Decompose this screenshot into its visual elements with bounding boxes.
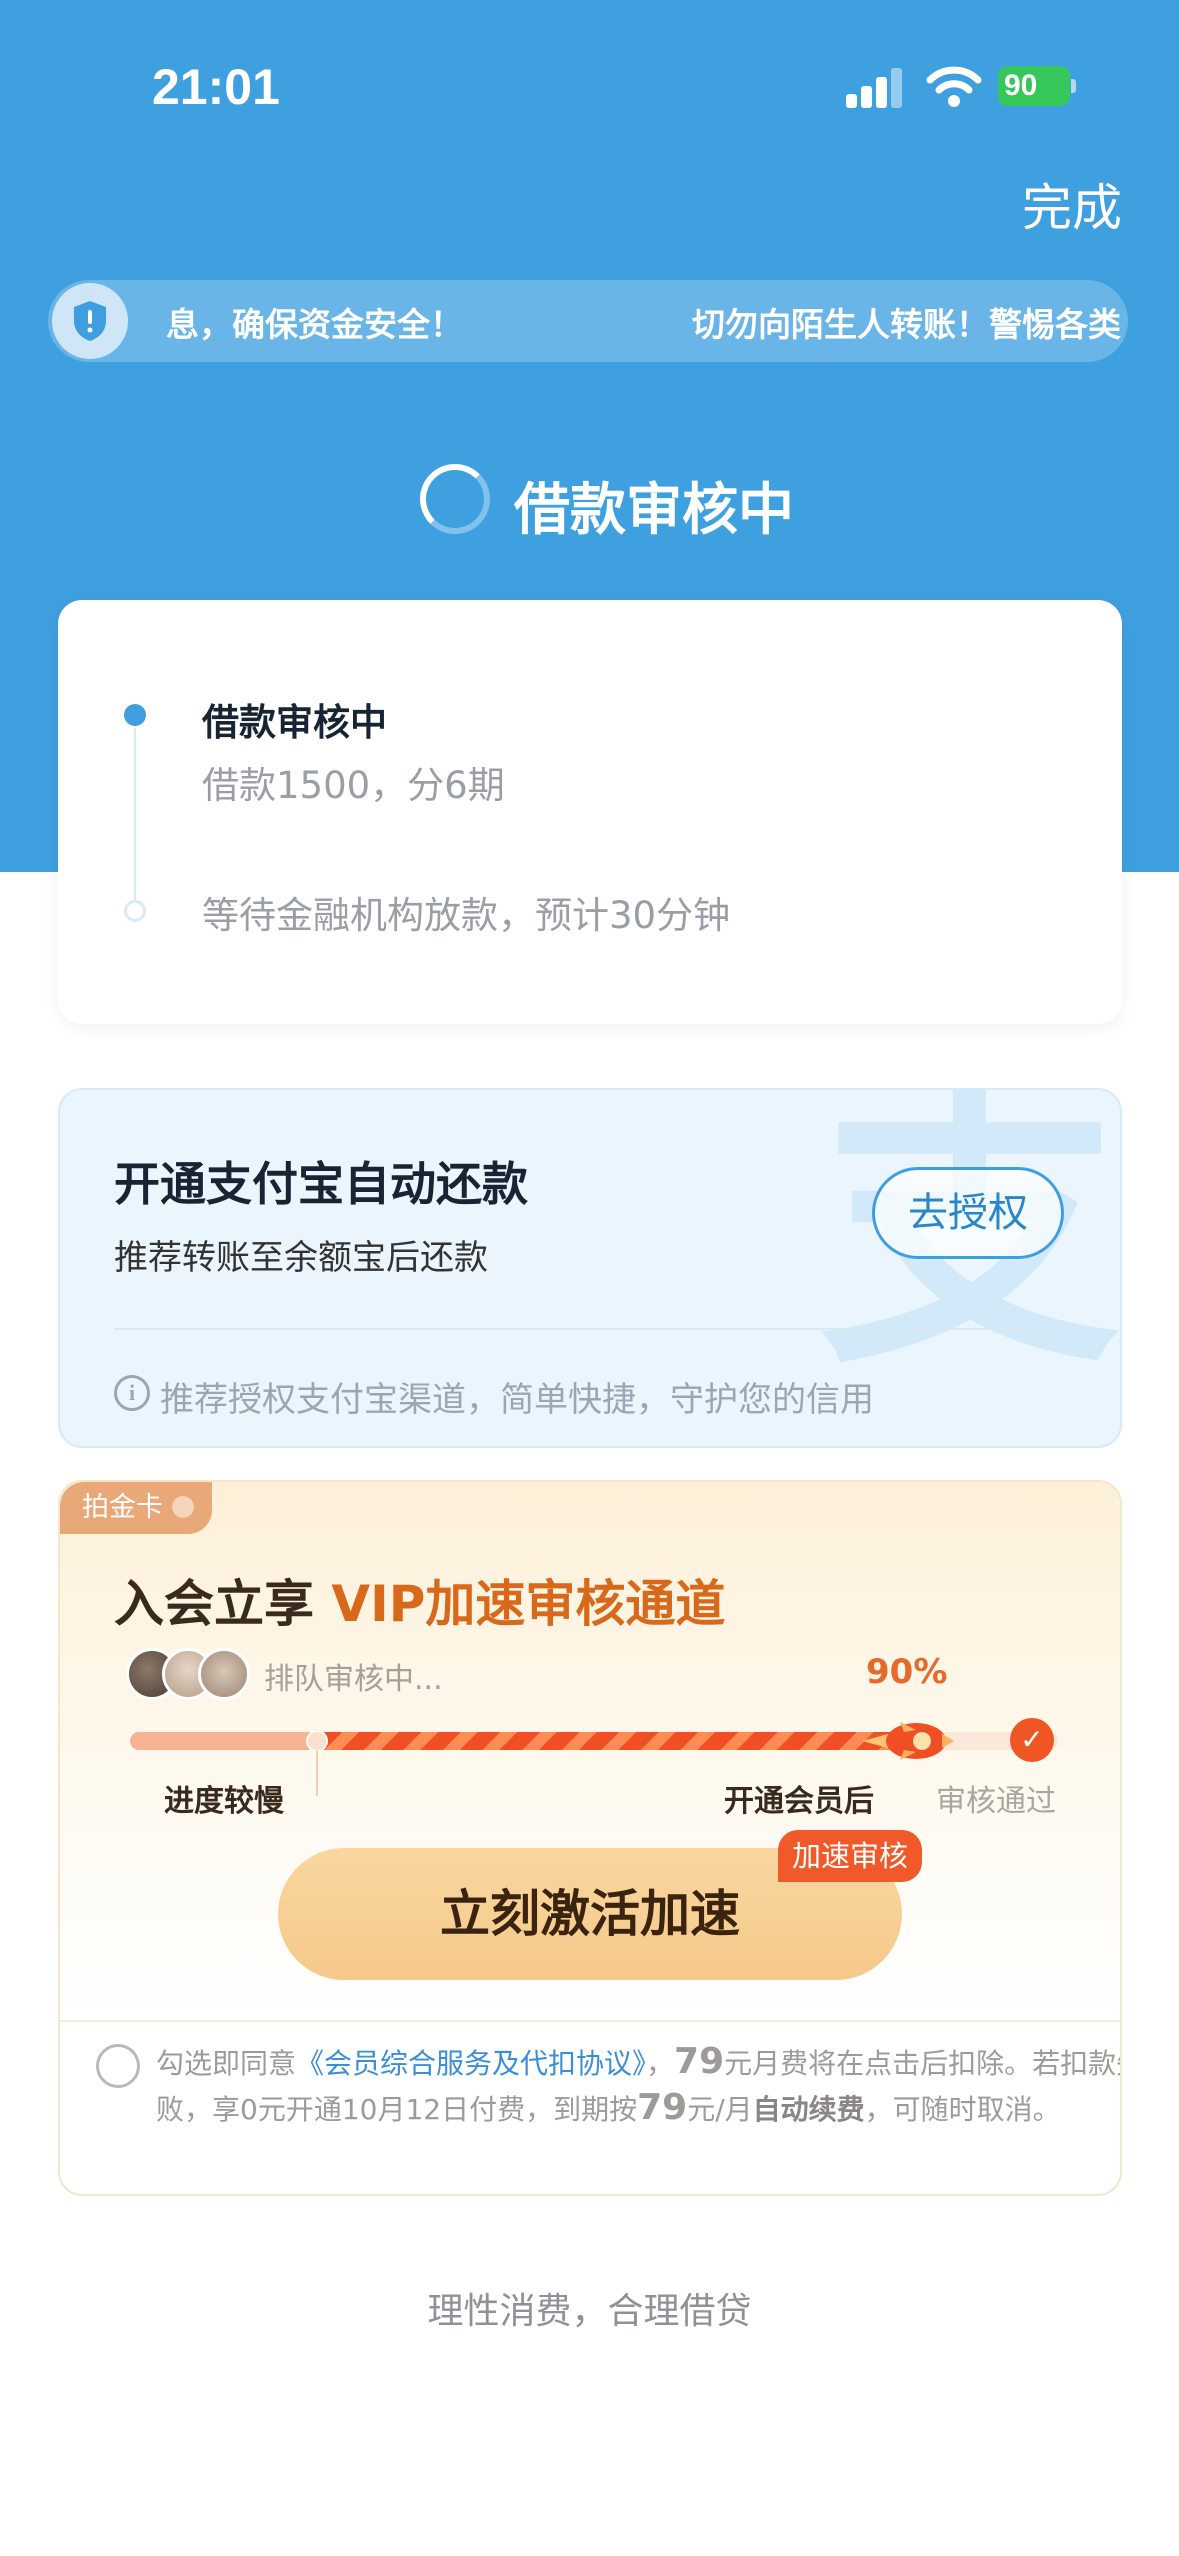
vip-title: 入会立享 VIP加速审核通道 bbox=[114, 1564, 725, 1636]
alipay-card-title: 开通支付宝自动还款 bbox=[114, 1157, 528, 1211]
label-slow: 进度较慢 bbox=[164, 1784, 284, 1819]
agreement-text-part: ， bbox=[646, 2047, 675, 2080]
progress-percent: 90% bbox=[866, 1652, 948, 1692]
loading-spinner-icon bbox=[420, 464, 490, 534]
step-pending-dot bbox=[124, 900, 146, 922]
agreement-text-part: ，可随时取消。 bbox=[864, 2093, 1061, 2126]
label-after-join: 开通会员后 bbox=[724, 1784, 874, 1819]
rocket-icon bbox=[862, 1722, 954, 1760]
notice-text-right: 切勿向陌生人转账！警惕各类 bbox=[692, 305, 1121, 344]
vip-tag-label: 拍金卡 bbox=[82, 1492, 163, 1523]
agreement-text: 勾选即同意《会员综合服务及代扣协议》，79元月费将在点击后扣除。若扣款失败，享0… bbox=[156, 2040, 1120, 2132]
queue-status-text: 排队审核中... bbox=[264, 1662, 443, 1697]
progress-marker bbox=[306, 1730, 328, 1752]
step2-title: 等待金融机构放款，预计30分钟 bbox=[202, 894, 731, 937]
renewal-fee: 79 bbox=[637, 2087, 688, 2128]
step-active-dot bbox=[124, 704, 146, 726]
agreement-checkbox[interactable] bbox=[96, 2044, 140, 2088]
battery-level: 90 bbox=[998, 66, 1070, 106]
loan-progress-card: 借款审核中 借款1500，分6期 等待金融机构放款，预计30分钟 bbox=[58, 600, 1122, 1024]
footer-slogan: 理性消费，合理借贷 bbox=[427, 2291, 752, 2332]
agreement-link[interactable]: 《会员综合服务及代扣协议》 bbox=[296, 2047, 646, 2080]
vip-tag-dot-icon bbox=[172, 1496, 194, 1518]
info-icon: i bbox=[114, 1375, 150, 1411]
review-status-title: 借款审核中 bbox=[514, 478, 794, 543]
monthly-fee: 79 bbox=[674, 2041, 725, 2082]
agreement-text-part: 勾选即同意 bbox=[156, 2047, 297, 2080]
done-button[interactable]: 完成 bbox=[1022, 168, 1122, 240]
wifi-icon bbox=[926, 66, 982, 107]
divider bbox=[114, 1328, 1066, 1330]
speed-review-badge: 加速审核 bbox=[778, 1830, 923, 1882]
shield-icon bbox=[52, 283, 128, 359]
avatar bbox=[198, 1648, 250, 1700]
progress-fast-segment bbox=[318, 1732, 918, 1750]
label-approved: 审核通过 bbox=[936, 1784, 1056, 1819]
alipay-card-subtitle: 推荐转账至余额宝后还款 bbox=[114, 1238, 488, 1278]
progress-tick bbox=[316, 1750, 318, 1796]
progress-slow-segment bbox=[130, 1732, 320, 1750]
security-notice: 息，确保资金安全！ 切勿向陌生人转账！警惕各类 bbox=[48, 280, 1128, 362]
vip-tag: 拍金卡 bbox=[60, 1482, 212, 1534]
battery-icon: 90 bbox=[998, 66, 1076, 106]
step1-subtitle: 借款1500，分6期 bbox=[202, 764, 505, 807]
step1-title: 借款审核中 bbox=[202, 701, 387, 744]
alipay-note: 推荐授权支付宝渠道，简单快捷，守护您的信用 bbox=[160, 1380, 874, 1420]
agreement-text-part: 元/月 bbox=[687, 2093, 753, 2126]
signal-icon bbox=[846, 68, 904, 108]
authorize-button[interactable]: 去授权 bbox=[872, 1167, 1064, 1259]
vip-card: 拍金卡 入会立享 VIP加速审核通道 排队审核中... 90% ✓ 进度较慢 开… bbox=[58, 1480, 1122, 2196]
notice-text-left: 息，确保资金安全！ bbox=[166, 305, 463, 344]
queue-avatars bbox=[126, 1648, 256, 1702]
alipay-autopay-card: 支 开通支付宝自动还款 推荐转账至余额宝后还款 去授权 i 推荐授权支付宝渠道，… bbox=[58, 1088, 1122, 1448]
divider bbox=[60, 2020, 1120, 2022]
status-time: 21:01 bbox=[152, 59, 280, 115]
auto-renew-text: 自动续费 bbox=[752, 2093, 865, 2126]
approved-check-icon: ✓ bbox=[1010, 1718, 1054, 1762]
step-connector bbox=[134, 728, 136, 906]
vip-title-prefix: 入会立享 bbox=[114, 1575, 332, 1633]
vip-title-highlight: VIP加速审核通道 bbox=[331, 1575, 726, 1633]
